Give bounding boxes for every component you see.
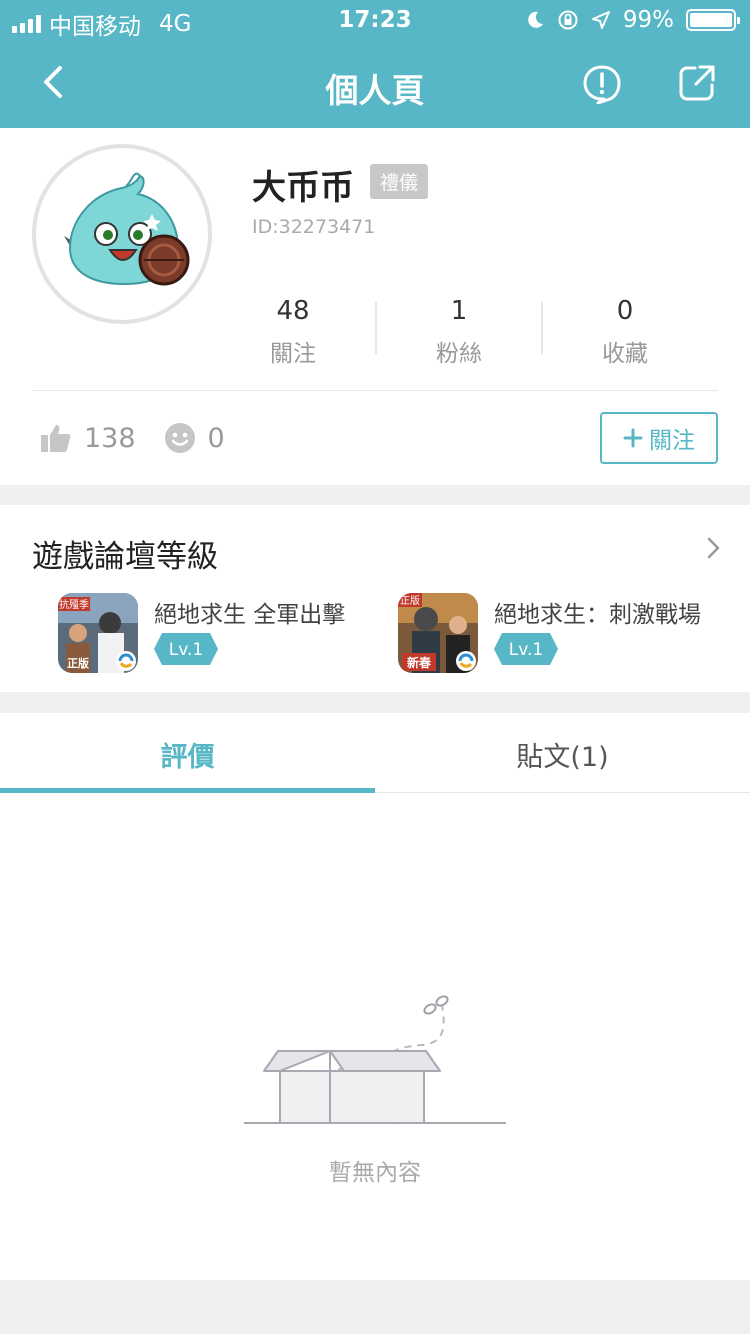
likes-count: 138 [84, 422, 136, 454]
rotation-lock-icon [558, 10, 578, 30]
game-icon-caption: 新春 [407, 655, 432, 670]
user-name: 大币币 [252, 168, 354, 208]
stat-following-value: 48 [276, 296, 310, 326]
empty-state: 暫無內容 [0, 793, 750, 1280]
game-name: 絕地求生 全軍出擊 [154, 602, 346, 628]
stat-following[interactable]: 48 關注 [210, 296, 376, 368]
level-label: Lv.1 [509, 640, 543, 660]
slime-avatar-icon [64, 172, 190, 286]
dislikes-count: 0 [207, 422, 225, 454]
page-title: 個人頁 [325, 71, 425, 110]
follow-button-label: 關注 [649, 428, 695, 454]
smiley-icon [164, 423, 195, 453]
thumbs-up-icon [41, 425, 71, 452]
open-box-icon [244, 1050, 506, 1124]
battery-percent: 99% [622, 7, 674, 33]
content-tabs: 評價 貼文(1) [0, 713, 750, 793]
app-header: 中国移动 4G 17:23 99% 個人頁 [0, 0, 750, 128]
moon-icon [528, 11, 543, 28]
user-id: ID:32273471 [252, 216, 376, 238]
game-icon-tag: 抗殭季 [59, 598, 89, 611]
report-icon[interactable] [582, 64, 622, 104]
tab-posts[interactable]: 貼文(1) [375, 735, 750, 774]
stat-following-label: 關注 [270, 341, 316, 367]
reactions-row: 138 0 [40, 422, 225, 454]
stat-fans-value: 1 [450, 296, 468, 326]
nav-bar: 個人頁 [0, 40, 750, 128]
pubg-exhilarating-game-icon: 正版 新春 [398, 593, 478, 673]
location-icon [591, 11, 610, 29]
game-name: 絕地求生：刺激戰場 [494, 602, 701, 628]
forum-level-section: 遊戲論壇等級 抗殭季 正版 絕地求生 全軍出擊 Lv.1 正版 新春 絕地求生：… [0, 505, 750, 692]
stat-favorites[interactable]: 0 收藏 [542, 296, 708, 368]
tab-reviews[interactable]: 評價 [0, 735, 375, 774]
stats-row: 48 關注 1 粉絲 0 收藏 [210, 296, 710, 368]
title-badge: 禮儀 [370, 164, 429, 199]
pubg-mobile-game-icon: 抗殭季 正版 [58, 593, 138, 673]
empty-message: 暫無內容 [329, 1160, 421, 1186]
level-badge: Lv.1 [154, 633, 218, 665]
stat-favorites-label: 收藏 [602, 341, 648, 367]
avatar[interactable] [32, 144, 212, 324]
plus-icon [623, 428, 643, 448]
chevron-right-icon[interactable] [702, 537, 724, 559]
profile-card: 大币币 禮儀 ID:32273471 48 關注 1 粉絲 0 收藏 138 0… [0, 128, 750, 485]
divider [32, 390, 718, 391]
stat-fans[interactable]: 1 粉絲 [376, 296, 542, 368]
battery-icon [686, 9, 740, 31]
game-icon-caption: 正版 [67, 656, 89, 670]
follow-button[interactable]: 關注 [600, 412, 718, 464]
forum-level-title: 遊戲論壇等級 [32, 539, 218, 575]
stat-fans-label: 粉絲 [436, 341, 482, 367]
stat-favorites-value: 0 [616, 296, 634, 326]
level-label: Lv.1 [169, 640, 203, 660]
level-badge: Lv.1 [494, 633, 558, 665]
status-bar: 中国移动 4G 17:23 99% [0, 0, 750, 40]
share-icon[interactable] [678, 64, 716, 102]
game-icon-tag: 正版 [400, 594, 420, 607]
